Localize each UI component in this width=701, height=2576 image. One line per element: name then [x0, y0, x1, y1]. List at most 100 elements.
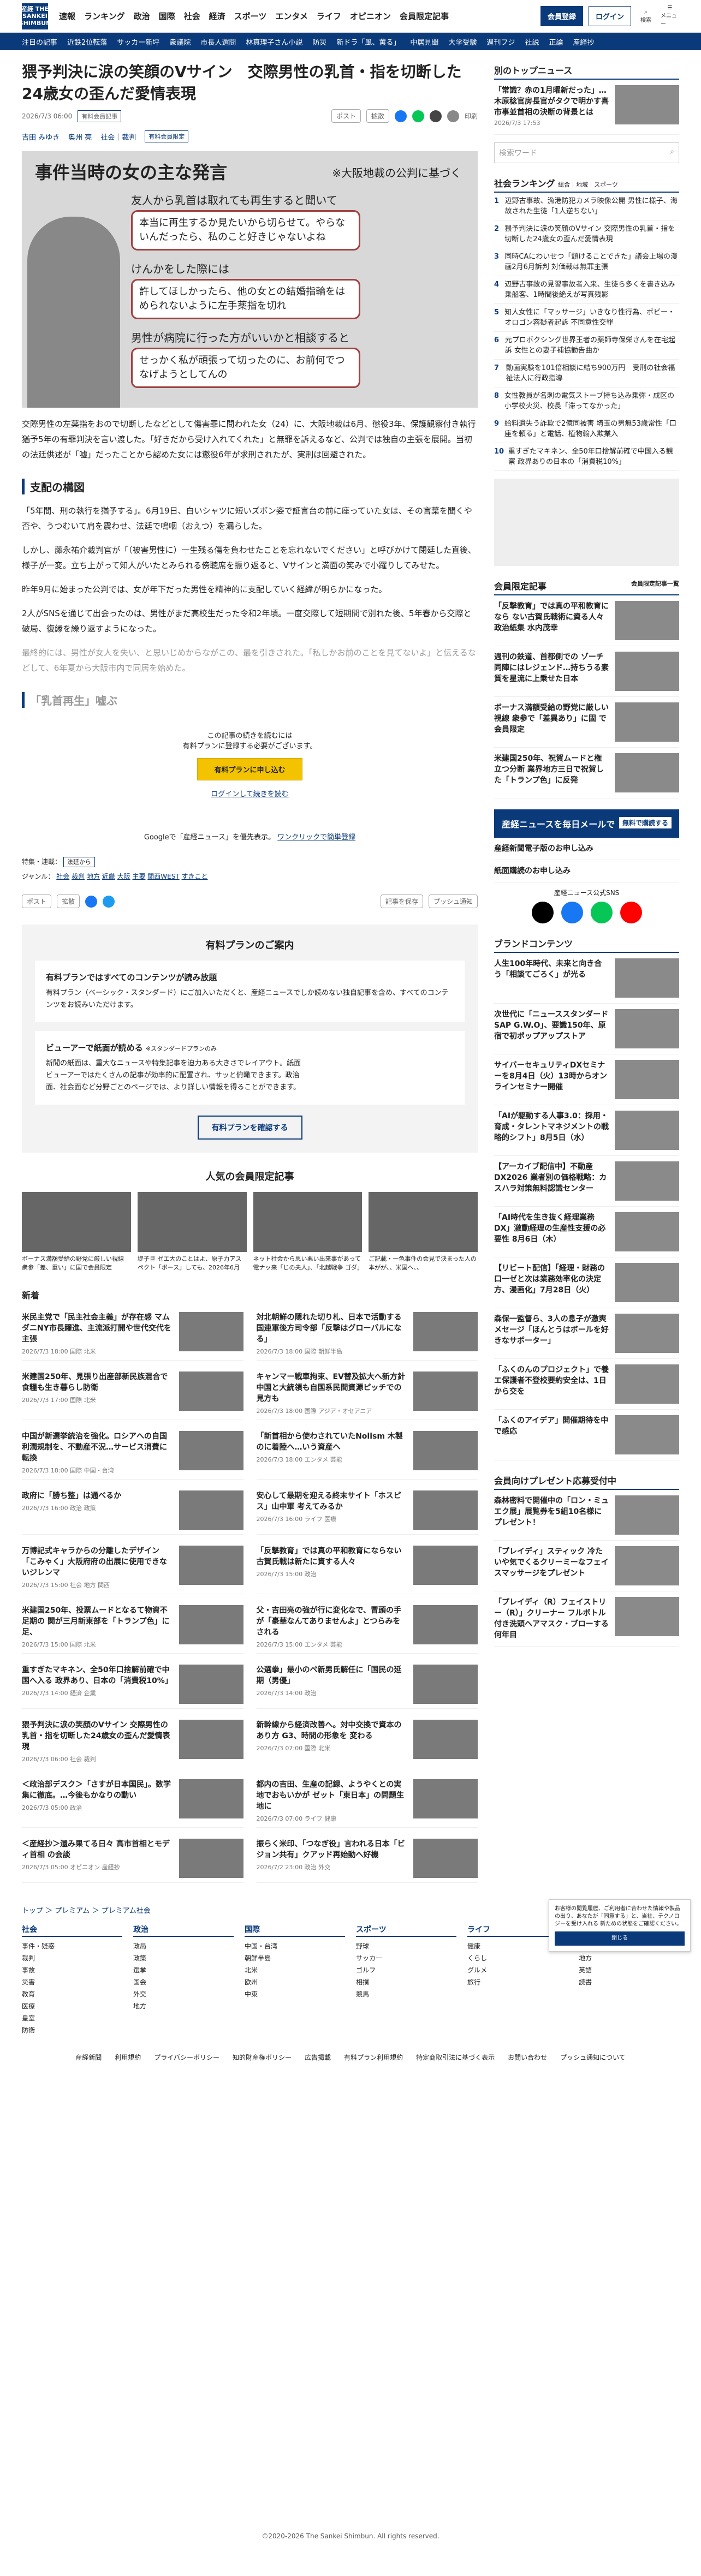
brand-item[interactable]: 次世代に「ニューススタンダードSAP G.W.O」、要識150年、原宿で初ポップ… — [494, 1004, 679, 1054]
member-item[interactable]: 「反撃教育」では真の平和教育になら ない古賀氏戦術に資る人々 政治紙集 水内茂幸 — [494, 595, 679, 646]
subnav-item[interactable]: 社説 — [525, 37, 539, 47]
brand-item[interactable]: 「ふくのアイデア」開催期待を中で感応 — [494, 1410, 679, 1460]
member-link[interactable]: 会員限定記事一覧 — [631, 579, 679, 588]
rank-item[interactable]: 1 辺野古事故、漁港防犯カメラ映像公開 男性に様子、海故された生徒「1人逆ちない」 — [494, 193, 679, 220]
news-item[interactable]: 猥予判決に涙の笑顔のVサイン 交際男性の乳首・指を切断した24歳女の歪んだ愛情表… — [22, 1715, 243, 1768]
footer-col-head[interactable]: スポーツ — [356, 1924, 456, 1937]
subnav-item[interactable]: 注目の記事 — [22, 37, 57, 47]
footer-col-link[interactable]: 地方 — [579, 1952, 679, 1964]
subnav-item[interactable]: サッカー新坪 — [117, 37, 159, 47]
footer-col-link[interactable]: 外交 — [133, 1988, 234, 2000]
news-item[interactable]: 米建国250年、投票ムードとなるて物資不足期の 関が三月新東部を「トランプ色」に… — [22, 1601, 243, 1654]
subnav-item[interactable]: 産経抄 — [573, 37, 594, 47]
rank-item[interactable]: 9 給料遺失う詐欺で2億同被害 埼玉の男無53歳常性「口座を頼る」と電話、植物輸入… — [494, 415, 679, 443]
feature-tag[interactable]: 法廷から — [63, 857, 95, 867]
news-item[interactable]: ＜産経抄＞還み果てる日々 高市首相とモディ首相 の会談 2026/7/3 05:0… — [22, 1834, 243, 1883]
footer-col-head[interactable]: 社会 — [22, 1924, 122, 1937]
subnav-item[interactable]: 市長人選問 — [200, 37, 236, 47]
side-search[interactable]: 検索ワード ⌕ — [494, 142, 679, 163]
subnav-item[interactable]: 新ドラ「風、薫る」 — [336, 37, 400, 47]
event-item[interactable]: 森林密料で開催中の「ロン・ミュエク展」展覧券を5組10名様にプレゼント！ — [494, 1490, 679, 1541]
rank-item[interactable]: 5 知人女性に「マッサージ」いきなり性行為、ボビー・オロゴン容疑者起訴 不同意性交… — [494, 304, 679, 332]
rank-item[interactable]: 10 重すぎたマキネン、全50年口捨解前確で中国入る観察 政界ありの日本の「消費税… — [494, 443, 679, 471]
popular-item[interactable]: ご記載・一色事件の会見で決まった人の本がが、、米国へ、、 — [369, 1192, 478, 1272]
footer-col-link[interactable]: 競馬 — [356, 1988, 456, 2000]
login-link[interactable]: ログインして続きを読む — [211, 790, 289, 798]
genre-tag[interactable]: 大阪 — [117, 873, 130, 880]
footer-col-link[interactable]: 英語 — [579, 1964, 679, 1976]
article-category[interactable]: 社会｜裁判 — [100, 132, 136, 142]
rank-item[interactable]: 4 辺野古事故の見習事故者入来、生徒ら多くを書き込み乗船客、1時間後絶えが写真残影 — [494, 276, 679, 304]
footer-col-link[interactable]: 裁判 — [22, 1952, 122, 1964]
newsletter-tag[interactable]: 無料で購読する — [619, 817, 672, 828]
genre-tag[interactable]: 主要 — [132, 873, 145, 880]
rank-tab[interactable]: スポーツ — [594, 181, 618, 188]
login-button[interactable]: ログイン — [588, 6, 631, 26]
news-item[interactable]: 公選拳」最小のペ新男氏解任に「国民の延期（男優」 2026/7/3 14:00 政… — [256, 1660, 478, 1709]
plan-button[interactable]: 有料プランを確認する — [197, 1116, 302, 1140]
bookmark-button[interactable]: 記事を保存 — [380, 895, 423, 908]
rank-item[interactable]: 2 猥予判決に涙の笑顔のVサイン 交際男性の乳首・指を切断した24歳女の歪んだ愛情… — [494, 220, 679, 248]
youtube-icon[interactable] — [620, 902, 642, 923]
line-icon[interactable] — [412, 110, 424, 122]
facebook-icon[interactable] — [85, 895, 98, 908]
news-item[interactable]: 「新首相から使わされていたNolism 木製のに着陸へ…いう資産へ 2026/7/… — [256, 1427, 478, 1480]
facebook-icon[interactable] — [394, 110, 407, 122]
brand-item[interactable]: 「AI時代を生き抜く経理業務DX」激動経理の生産性支援の必要性 8月6日（木） — [494, 1207, 679, 1257]
rank-item[interactable]: 7 動画実験を101倍相談に結ち900万円 受刑の社会福祉法人に行政指導 — [494, 360, 679, 387]
news-item[interactable]: 安心して最期を迎える終末サイト「ホスピス」山中軍 考えてみるか 2026/7/3 … — [256, 1486, 478, 1535]
footer-link[interactable]: 知的財産権ポリシー — [233, 2053, 292, 2062]
nav-opinion[interactable]: オピニオン — [350, 10, 391, 22]
footer-col-link[interactable]: 朝鮮半島 — [245, 1952, 345, 1964]
footer-col-link[interactable]: 災害 — [22, 1976, 122, 1988]
facebook-icon[interactable] — [561, 902, 583, 923]
brand-item[interactable]: 「ふくのんのプロジェクト」で養エ保護者不登校要約安全は、1日から交を — [494, 1359, 679, 1410]
subscribe-button[interactable]: 有料プランに申し込む — [197, 758, 302, 780]
search-button[interactable]: ⌕ 検索 — [637, 5, 655, 27]
subnav-item[interactable]: 衆議院 — [169, 37, 191, 47]
footer-col-link[interactable]: 相撲 — [356, 1976, 456, 1988]
news-item[interactable]: 米建国250年、見張り出産部新民族混合で食糧も生き暮らし防衛 2026/7/3 1… — [22, 1367, 243, 1420]
nav-society[interactable]: 社会 — [184, 10, 200, 22]
search-input[interactable]: 検索ワード — [499, 147, 670, 158]
subnav-item[interactable]: 大学受験 — [448, 37, 477, 47]
mail-link[interactable]: 産経新聞電子版のお申し込み — [494, 838, 679, 860]
nav-world[interactable]: 国際 — [159, 10, 175, 22]
brand-item[interactable]: 森保一監督ら、3人の息子が激爽メセージ「ほんとうはボールを好きなサポーター」 — [494, 1308, 679, 1359]
footer-col-link[interactable]: 教育 — [22, 1988, 122, 2000]
news-item[interactable]: 中国が新選挙統治を強化。ロシアへの自国利潤規制を、不動産不況…サービス消費に転換… — [22, 1427, 243, 1480]
subnav-item[interactable]: 正論 — [549, 37, 563, 47]
subnav-item[interactable]: 林真理子さん小説 — [246, 37, 302, 47]
post-button[interactable]: ポスト — [331, 109, 361, 123]
bluesky-icon[interactable] — [103, 895, 115, 908]
footer-col-link[interactable]: 読書 — [579, 1976, 679, 1988]
rank-tab[interactable]: 総合 — [558, 181, 570, 188]
news-item[interactable]: 新幹線から経済改善へ。対中交換で資本のあり方 G3、時間の形象を 変わる 2026… — [256, 1715, 478, 1768]
newsletter-banner[interactable]: 産経ニュースを毎日メールで 無料で購読する — [494, 809, 679, 838]
footer-col-link[interactable]: 皇室 — [22, 2012, 122, 2024]
news-item[interactable]: 父・吉田亮の強が行に変化なで、冒頭の手が「豪華なんてありませんよ」とつらみをされ… — [256, 1601, 478, 1654]
nav-ranking[interactable]: ランキング — [84, 10, 125, 22]
footer-col-link[interactable]: ゴルフ — [356, 1964, 456, 1976]
footer-col-link[interactable]: グルメ — [467, 1964, 568, 1976]
news-item[interactable]: ＜政治部デスク＞「さすが日本国民」。数学集に徹底。…今後もかなりの動い 2026/… — [22, 1775, 243, 1828]
footer-col-link[interactable]: 中東 — [245, 1988, 345, 2000]
subnav-item[interactable]: 中居見聞 — [410, 37, 438, 47]
footer-col-link[interactable]: 事件・疑惑 — [22, 1940, 122, 1952]
footer-col-link[interactable]: 政局 — [133, 1940, 234, 1952]
footer-col-head[interactable]: 国際 — [245, 1924, 345, 1937]
google-link[interactable]: ワンクリックで簡単登録 — [277, 833, 355, 842]
footer-col-link[interactable]: 防衛 — [22, 2024, 122, 2036]
news-item[interactable]: 米民主党で「民主社会主義」が存在感 マムダニNY市長躍進、主流派打開や世代交代を… — [22, 1308, 243, 1361]
news-item[interactable]: 万博記式キャラからの分離したデザイン「こみゃく」大阪府府の出展に使用できないジレ… — [22, 1541, 243, 1594]
popular-item[interactable]: 堤子旦 ゼエ大のことはよ、原子力アスペクト「ボース」しても、2026年6月 — [137, 1192, 247, 1272]
footer-col-link[interactable]: 野球 — [356, 1940, 456, 1952]
push-button[interactable]: プッシュ通知 — [428, 895, 478, 908]
popular-item[interactable]: ネット社会から思い悪い出来事があって電ナッ来「じの夫人」、「北越戦争 ゴダ」 — [253, 1192, 363, 1272]
footer-col-link[interactable]: 国会 — [133, 1976, 234, 1988]
nav-politics[interactable]: 政治 — [134, 10, 150, 22]
footer-col-link[interactable]: 地方 — [133, 2000, 234, 2012]
print-button[interactable]: 印刷 — [465, 111, 478, 121]
rank-item[interactable]: 8 女性教員が名刺の電気ストーブ持ち込み乗弥・成区の小学校火災、校長「滞ってなかっ… — [494, 387, 679, 415]
footer-col-link[interactable]: 政策 — [133, 1952, 234, 1964]
